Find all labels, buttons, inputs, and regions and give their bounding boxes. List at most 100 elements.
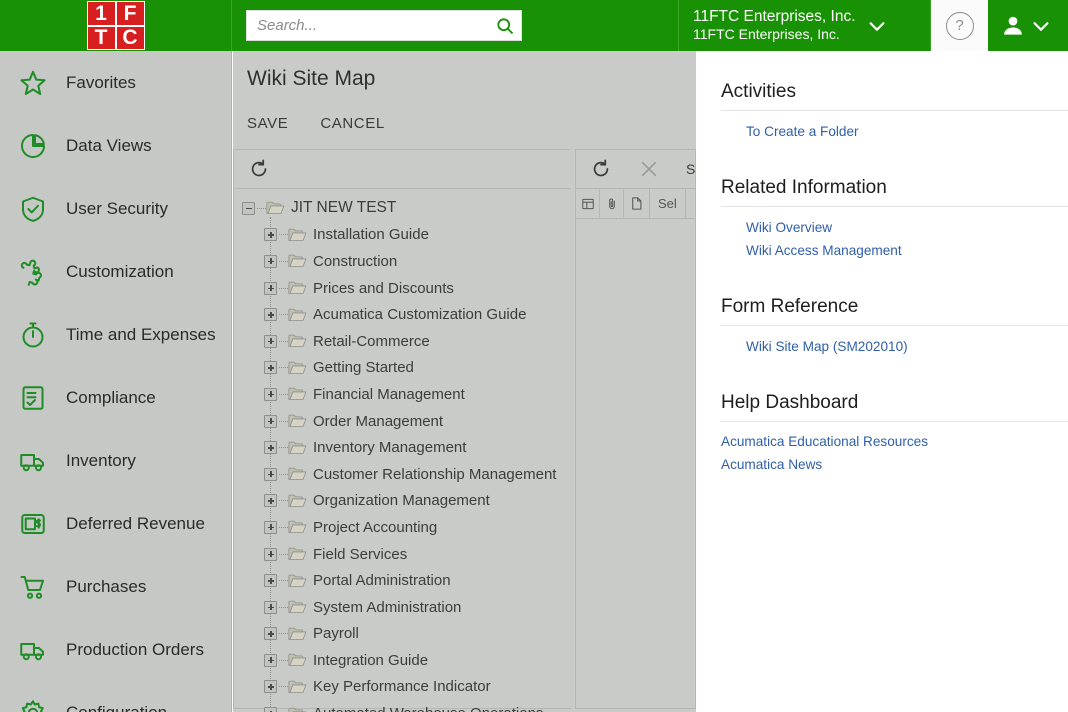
help-link[interactable]: Acumatica News [721, 453, 1068, 476]
tree-connector [279, 500, 288, 502]
logo[interactable]: 1 F T C [0, 0, 232, 51]
folder-icon [288, 360, 307, 376]
folder-icon [288, 333, 307, 349]
tree-expand-toggle[interactable] [264, 707, 277, 712]
tree-expand-toggle[interactable] [264, 600, 277, 614]
sidebar-item-customization[interactable]: Customization [0, 240, 231, 303]
help-link[interactable]: Wiki Access Management [746, 239, 1068, 262]
tree-collapse-toggle[interactable] [242, 201, 255, 215]
company-name-primary: 11FTC Enterprises, Inc. [693, 8, 856, 26]
tree-node[interactable]: Retail-Commerce [242, 328, 571, 355]
tree-node[interactable]: System Administration [242, 594, 571, 621]
help-link[interactable]: Wiki Site Map (SM202010) [746, 335, 1068, 358]
tree-node[interactable]: Order Management [242, 408, 571, 435]
tree-expand-toggle[interactable] [264, 627, 277, 641]
refresh-icon[interactable] [590, 158, 612, 180]
sidebar-item-configuration[interactable]: Configuration [0, 681, 231, 712]
question-circle-icon[interactable]: ? [945, 11, 974, 40]
tree-node[interactable]: Getting Started [242, 355, 571, 382]
help-section: Activities To Create a Folder [696, 81, 1068, 143]
files-toolbar-truncated-label[interactable]: S [686, 161, 695, 177]
tree-node[interactable]: Acumatica Customization Guide [242, 301, 571, 328]
column-header-sel[interactable]: Sel [650, 189, 686, 218]
tree-node-root[interactable]: JIT NEW TEST [242, 195, 571, 222]
tree-expand-toggle[interactable] [264, 414, 277, 428]
tree-node-label: Installation Guide [313, 226, 429, 244]
sidebar-item-compliance[interactable]: Compliance [0, 366, 231, 429]
folder-icon [288, 679, 307, 695]
site-map-tree: JIT NEW TEST Installation Guide Constructi… [234, 189, 571, 712]
user-menu[interactable] [988, 0, 1068, 51]
tree-expand-toggle[interactable] [264, 254, 277, 268]
tree-node[interactable]: Portal Administration [242, 567, 571, 594]
tree-node[interactable]: Automated Warehouse Operations [242, 700, 571, 712]
tree-node[interactable]: Payroll [242, 621, 571, 648]
tree-node[interactable]: Prices and Discounts [242, 275, 571, 302]
tree-connector [279, 287, 288, 289]
sidebar-item-data-views[interactable]: Data Views [0, 114, 231, 177]
tree-toolbar [234, 150, 571, 189]
folder-icon [288, 413, 307, 429]
files-panel: S Sel [575, 149, 696, 709]
user-chevron-down-icon[interactable] [1030, 15, 1052, 37]
tree-expand-toggle[interactable] [264, 547, 277, 561]
tree-node[interactable]: Integration Guide [242, 647, 571, 674]
tree-node[interactable]: Project Accounting [242, 514, 571, 541]
chevron-down-icon[interactable] [866, 15, 888, 37]
sidebar: Favorites Data Views User Security Customiz… [0, 51, 232, 712]
cancel-button[interactable]: CANCEL [320, 115, 384, 132]
tree-expand-toggle[interactable] [264, 574, 277, 588]
search-icon[interactable] [495, 16, 515, 36]
tree-expand-toggle[interactable] [264, 308, 277, 322]
sidebar-item-time-and-expenses[interactable]: Time and Expenses [0, 303, 231, 366]
person-icon[interactable] [1000, 13, 1026, 39]
search-box[interactable] [246, 10, 522, 41]
logo-char-c: C [115, 25, 145, 50]
tree-node[interactable]: Key Performance Indicator [242, 674, 571, 701]
sidebar-item-purchases[interactable]: Purchases [0, 555, 231, 618]
help-link[interactable]: To Create a Folder [746, 120, 1068, 143]
sidebar-item-label: Compliance [66, 387, 156, 407]
help-button[interactable]: ? [930, 0, 988, 51]
folder-icon [288, 227, 307, 243]
save-button[interactable]: SAVE [247, 115, 288, 132]
tree-node[interactable]: Installation Guide [242, 222, 571, 249]
tree-expand-toggle[interactable] [264, 387, 277, 401]
tree-node[interactable]: Financial Management [242, 381, 571, 408]
sidebar-item-production-orders[interactable]: Production Orders [0, 618, 231, 681]
refresh-icon[interactable] [248, 158, 270, 180]
tree-expand-toggle[interactable] [264, 361, 277, 375]
sidebar-item-user-security[interactable]: User Security [0, 177, 231, 240]
tree-expand-toggle[interactable] [264, 520, 277, 534]
close-icon[interactable] [638, 158, 660, 180]
tree-expand-toggle[interactable] [264, 334, 277, 348]
sidebar-item-label: Configuration [66, 702, 168, 712]
tree-node[interactable]: Customer Relationship Management [242, 461, 571, 488]
tree-node[interactable]: Inventory Management [242, 434, 571, 461]
pie-chart-icon [18, 131, 48, 161]
top-bar: 1 F T C 11FTC Enterprises, Inc. 11F [0, 0, 1068, 51]
tree-node[interactable]: Construction [242, 248, 571, 275]
tree-expand-toggle[interactable] [264, 680, 277, 694]
sidebar-item-inventory[interactable]: Inventory [0, 429, 231, 492]
tree-expand-toggle[interactable] [264, 281, 277, 295]
help-section-title: Related Information [721, 177, 887, 198]
tree-expand-toggle[interactable] [264, 228, 277, 242]
sidebar-item-label: Inventory [66, 450, 136, 470]
tree-expand-toggle[interactable] [264, 441, 277, 455]
tree-node[interactable]: Field Services [242, 541, 571, 568]
tree-expand-toggle[interactable] [264, 467, 277, 481]
tree-connector [279, 367, 288, 369]
company-selector[interactable]: 11FTC Enterprises, Inc. 11FTC Enterprise… [678, 0, 930, 51]
tree-node[interactable]: Organization Management [242, 488, 571, 515]
search-input[interactable] [257, 17, 495, 34]
action-toolbar: SAVE CANCEL [233, 91, 696, 139]
sidebar-item-deferred-revenue[interactable]: Deferred Revenue [0, 492, 231, 555]
help-link[interactable]: Wiki Overview [746, 216, 1068, 239]
tree-expand-toggle[interactable] [264, 494, 277, 508]
sidebar-item-favorites[interactable]: Favorites [0, 51, 231, 114]
application-window: 1 F T C 11FTC Enterprises, Inc. 11F [0, 0, 1068, 712]
help-link[interactable]: Acumatica Educational Resources [721, 430, 1068, 453]
help-link-list: Acumatica Educational Resources Acumatica… [696, 422, 1068, 476]
tree-expand-toggle[interactable] [264, 653, 277, 667]
